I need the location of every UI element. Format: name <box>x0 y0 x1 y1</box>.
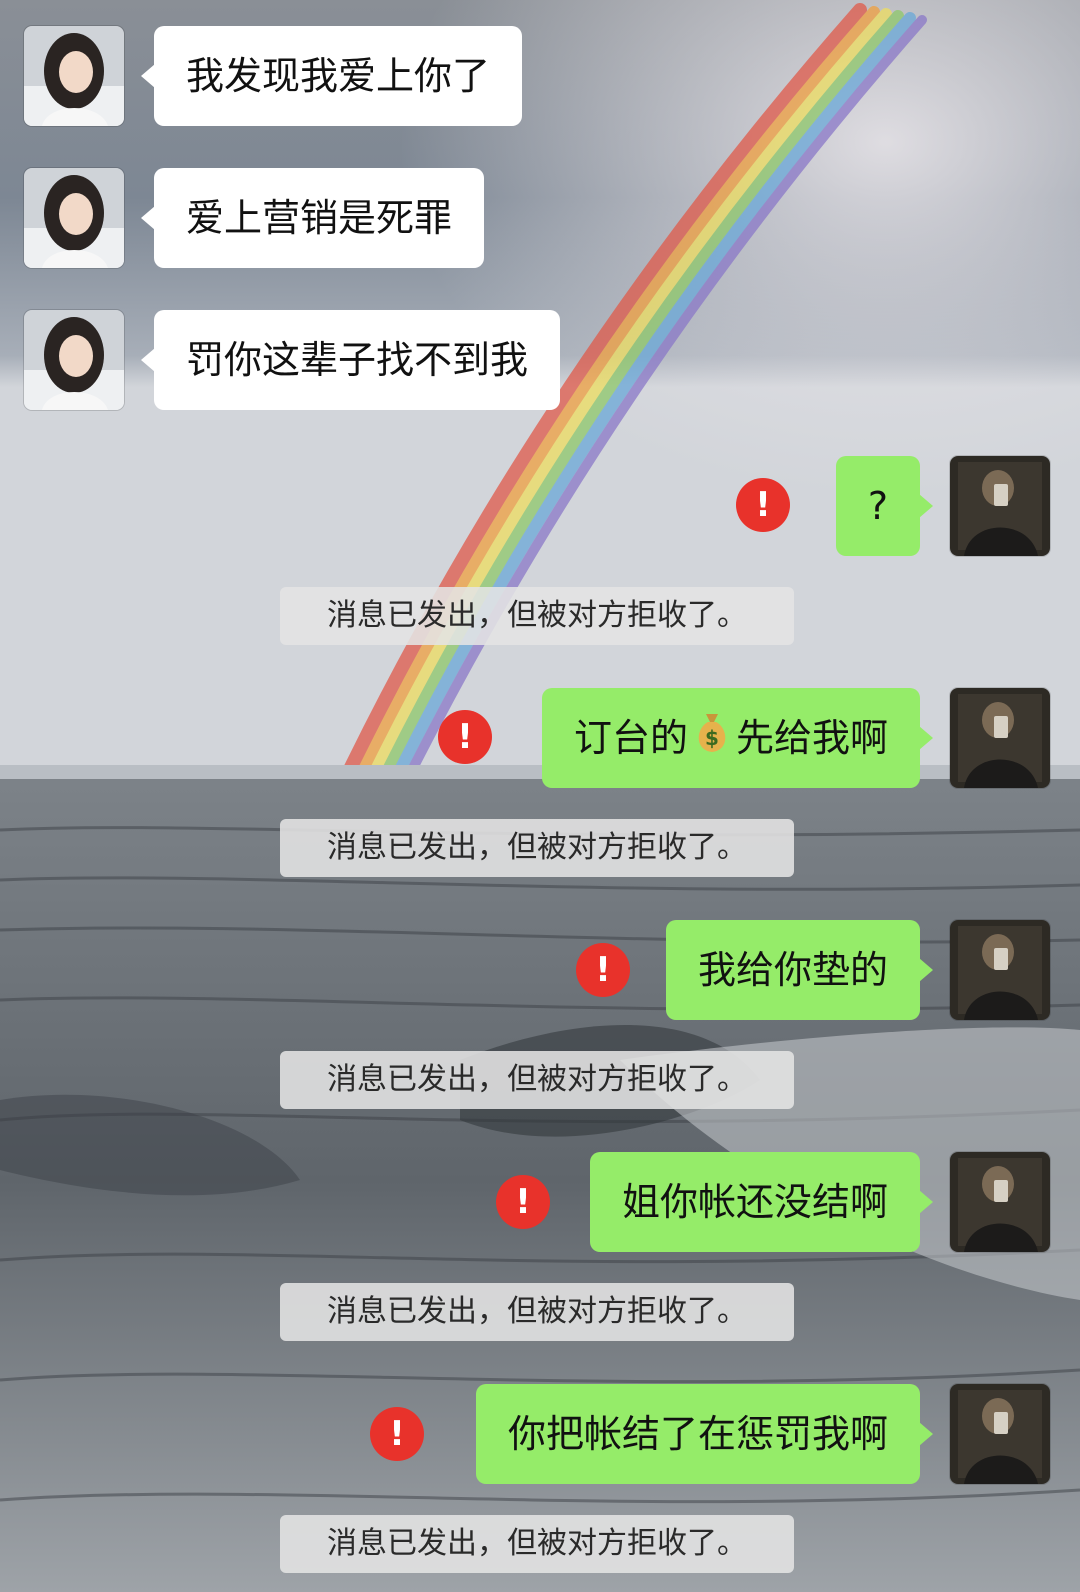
send-failed-icon[interactable]: ! <box>736 478 790 532</box>
svg-text:$: $ <box>705 726 719 750</box>
man-selfie-avatar-icon <box>950 456 1050 556</box>
my-avatar[interactable] <box>950 456 1050 556</box>
contact-avatar[interactable] <box>24 168 124 268</box>
message-text: 我给你垫的 <box>697 948 888 992</box>
send-failed-icon[interactable]: ! <box>496 1175 550 1229</box>
outgoing-message-bubble[interactable]: 订台的 $ 先给我啊 <box>541 688 934 791</box>
my-avatar[interactable] <box>950 688 1050 788</box>
message-rejected-notice: 消息已发出，但被对方拒收了。 <box>280 587 794 645</box>
message-text: 你把帐结了在惩罚我啊 <box>507 1412 888 1456</box>
incoming-message-bubble[interactable]: 我发现我爱上你了 <box>140 26 523 126</box>
outgoing-message-bubble[interactable]: 我给你垫的 <box>665 920 934 1020</box>
alert-icon: ! <box>457 717 473 757</box>
message-text: 先给我啊 <box>735 716 888 760</box>
message-text: 姐你帐还没结啊 <box>621 1180 888 1224</box>
message-text: ? <box>867 484 888 528</box>
message-text: 订台的 <box>573 716 688 760</box>
message-rejected-notice: 消息已发出，但被对方拒收了。 <box>280 1283 794 1341</box>
outgoing-message-bubble[interactable]: ? <box>835 456 934 556</box>
money-bag-emoji-icon: $ <box>692 691 732 791</box>
message-rejected-notice: 消息已发出，但被对方拒收了。 <box>280 819 794 877</box>
man-selfie-avatar-icon <box>950 1384 1050 1484</box>
man-selfie-avatar-icon <box>950 1152 1050 1252</box>
alert-icon: ! <box>595 950 611 990</box>
man-selfie-avatar-icon <box>950 688 1050 788</box>
message-rejected-notice: 消息已发出，但被对方拒收了。 <box>280 1515 794 1573</box>
incoming-message-bubble[interactable]: 罚你这辈子找不到我 <box>140 310 561 410</box>
woman-portrait-avatar-icon <box>24 168 124 268</box>
my-avatar[interactable] <box>950 1384 1050 1484</box>
woman-portrait-avatar-icon <box>24 310 124 410</box>
man-selfie-avatar-icon <box>950 920 1050 1020</box>
message-text: 我发现我爱上你了 <box>186 54 491 98</box>
woman-portrait-avatar-icon <box>24 26 124 126</box>
chat-message-list[interactable]: 我发现我爱上你了 爱上营销是死罪 罚你这辈子找不到我 ! ? 消息已发出，但被对… <box>0 0 1080 1592</box>
message-text: 罚你这辈子找不到我 <box>186 338 529 382</box>
outgoing-message-bubble[interactable]: 你把帐结了在惩罚我啊 <box>475 1384 934 1484</box>
alert-icon: ! <box>755 485 771 525</box>
alert-icon: ! <box>515 1182 531 1222</box>
my-avatar[interactable] <box>950 1152 1050 1252</box>
send-failed-icon[interactable]: ! <box>370 1407 424 1461</box>
message-text: 爱上营销是死罪 <box>186 196 453 240</box>
send-failed-icon[interactable]: ! <box>438 710 492 764</box>
contact-avatar[interactable] <box>24 26 124 126</box>
my-avatar[interactable] <box>950 920 1050 1020</box>
message-rejected-notice: 消息已发出，但被对方拒收了。 <box>280 1051 794 1109</box>
incoming-message-bubble[interactable]: 爱上营销是死罪 <box>140 168 485 268</box>
alert-icon: ! <box>389 1414 405 1454</box>
contact-avatar[interactable] <box>24 310 124 410</box>
outgoing-message-bubble[interactable]: 姐你帐还没结啊 <box>589 1152 934 1252</box>
send-failed-icon[interactable]: ! <box>576 943 630 997</box>
